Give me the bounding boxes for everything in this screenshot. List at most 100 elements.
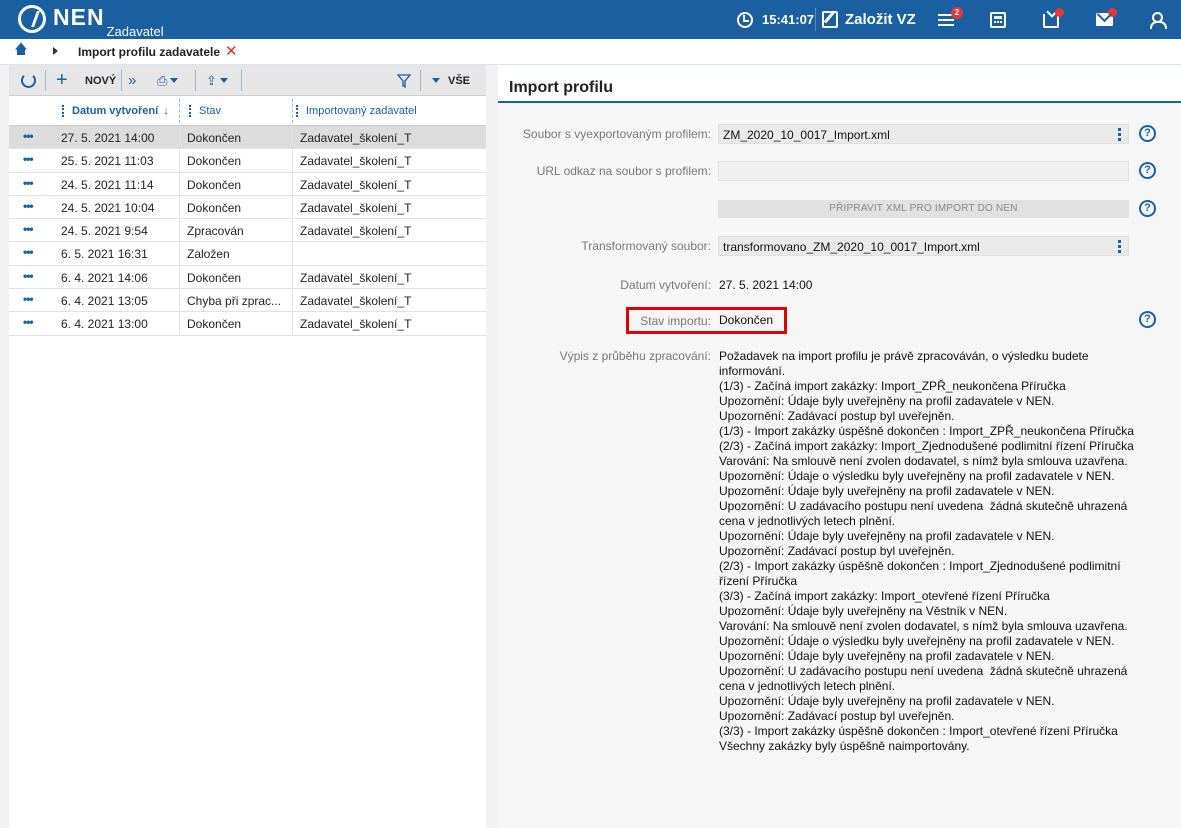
chevron-down-icon <box>432 78 440 83</box>
prepare-xml-button[interactable]: PŘIPRAVIT XML PRO IMPORT DO NEN <box>718 200 1129 218</box>
cell-importer: Zadavatel_školení_T <box>300 154 412 169</box>
file-field[interactable]: ZM_2020_10_0017_Import.xml <box>718 124 1129 144</box>
cell-state: Chyba při zprac... <box>187 294 282 309</box>
column-header-importer[interactable]: Importovaný zadavatel <box>296 96 417 126</box>
log-line: Upozornění: Údaje byly uveřejněny na pro… <box>719 394 1055 408</box>
plus-icon[interactable]: + <box>56 65 68 96</box>
status-label: Stav importu: <box>640 314 711 328</box>
toolbar-divider <box>121 70 122 91</box>
cell-state: Dokončen <box>187 154 242 169</box>
help-icon[interactable]: ? <box>1139 162 1156 179</box>
table-row[interactable]: ••• 6. 5. 2021 16:31 Založen <box>9 242 486 266</box>
refresh-icon <box>21 73 36 88</box>
edit-icon <box>822 11 838 28</box>
row-actions-icon[interactable]: ••• <box>23 315 34 329</box>
cell-state: Dokončen <box>187 200 242 215</box>
help-icon[interactable]: ? <box>1139 125 1156 142</box>
column-divider[interactable] <box>179 99 180 123</box>
row-actions-icon[interactable]: ••• <box>23 222 34 236</box>
user-icon[interactable] <box>1150 12 1167 29</box>
cell-importer: Zadavatel_školení_T <box>300 224 412 239</box>
column-menu-icon[interactable] <box>189 105 191 117</box>
sort-down-icon: ↓ <box>163 105 169 117</box>
column-header-label: Datum vytvoření <box>72 105 159 117</box>
column-divider[interactable] <box>292 99 293 123</box>
view-all-button[interactable]: VŠE <box>432 65 470 96</box>
inbox-icon[interactable] <box>1043 8 1064 28</box>
log-line: Upozornění: Údaje byly uveřejněny na pro… <box>719 694 1055 708</box>
file-value: ZM_2020_10_0017_Import.xml <box>723 128 890 142</box>
toolbar-divider <box>241 70 242 91</box>
menu-button[interactable]: 2 <box>938 0 963 39</box>
notification-badge: 2 <box>951 7 963 19</box>
breadcrumb-arrow-icon <box>53 47 58 55</box>
clock-icon <box>737 11 753 28</box>
view-all-label: VŠE <box>448 74 471 87</box>
help-icon[interactable]: ? <box>1139 311 1156 328</box>
column-header-label: Importovaný zadavatel <box>306 105 417 117</box>
column-menu-icon[interactable] <box>296 105 298 117</box>
log-line: (2/3) - Začíná import zakázky: Import_Zj… <box>719 439 1134 453</box>
kebab-menu-icon[interactable] <box>1118 240 1121 253</box>
column-header-label: Stav <box>199 105 222 117</box>
table-row[interactable]: ••• 6. 4. 2021 13:05 Chyba při zprac... Zad… <box>9 289 486 313</box>
new-contract-button[interactable]: Založit VZ <box>822 0 916 39</box>
cell-date: 24. 5. 2021 11:14 <box>61 177 154 192</box>
row-actions-icon[interactable]: ••• <box>23 129 34 143</box>
cell-date: 27. 5. 2021 14:00 <box>61 131 155 145</box>
cell-importer: Zadavatel_školení_T <box>300 177 412 192</box>
cell-state: Dokončen <box>187 270 242 285</box>
table-row[interactable]: ••• 27. 5. 2021 14:00 Dokončen Zadavatel_šk… <box>9 126 486 150</box>
breadcrumb: Import profilu zadavatele ✕ <box>0 39 1181 65</box>
url-label: URL odkaz na soubor s profilem: <box>536 164 711 178</box>
tab-import-profile[interactable]: Import profilu zadavatele <box>78 45 220 59</box>
row-actions-icon[interactable]: ••• <box>23 199 34 213</box>
export-button[interactable]: ⇪ <box>206 65 228 96</box>
filter-button[interactable] <box>397 65 411 96</box>
cell-importer: Zadavatel_školení_T <box>300 131 412 145</box>
cell-importer: Zadavatel_školení_T <box>300 294 412 309</box>
calculator-icon[interactable] <box>990 12 1006 28</box>
close-tab-icon[interactable]: ✕ <box>225 42 238 60</box>
row-actions-icon[interactable]: ••• <box>23 292 34 306</box>
chevron-down-icon <box>219 78 228 83</box>
column-menu-icon[interactable] <box>62 105 64 117</box>
column-header-date[interactable]: Datum vytvoření ↓ <box>62 96 169 126</box>
table-row[interactable]: ••• 24. 5. 2021 10:04 Dokončen Zadavatel_šk… <box>9 195 486 220</box>
row-actions-icon[interactable]: ••• <box>23 152 34 166</box>
mail-icon[interactable] <box>1096 8 1117 26</box>
table-row[interactable]: ••• 6. 4. 2021 13:00 Dokončen Zadavatel_ško… <box>9 312 486 336</box>
transformed-label: Transformovaný soubor: <box>581 239 711 253</box>
double-chevron-icon[interactable]: » <box>128 65 136 96</box>
log-line: Upozornění: Údaje o výsledku byly uveřej… <box>719 469 1115 483</box>
nen-logo[interactable]: NEN Zadavatel <box>18 5 164 38</box>
log-line: Požadavek na import profilu je právě zpr… <box>719 349 1092 378</box>
print-button[interactable]: ⎙ <box>157 65 179 96</box>
table-row[interactable]: ••• 24. 5. 2021 9:54 Zpracován Zadavatel_šk… <box>9 219 486 243</box>
log-line: Upozornění: Údaje o výsledku byly uveřej… <box>719 634 1115 648</box>
kebab-menu-icon[interactable] <box>1118 128 1121 141</box>
row-actions-icon[interactable]: ••• <box>23 176 34 190</box>
cell-importer: Zadavatel_školení_T <box>300 317 412 332</box>
new-button[interactable]: NOVÝ <box>85 65 116 96</box>
log-line: Varování: Na smlouvě není zvolen dodavat… <box>719 454 1128 468</box>
transformed-field[interactable]: transformovano_ZM_2020_10_0017_Import.xm… <box>718 236 1129 256</box>
row-actions-icon[interactable]: ••• <box>23 245 34 259</box>
log-line: Upozornění: Údaje byly uveřejněny na pro… <box>719 649 1055 663</box>
column-header-state[interactable]: Stav <box>189 96 221 126</box>
mail-alert-dot <box>1108 8 1117 17</box>
log-line: Upozornění: Zadávací postup byl uveřejně… <box>719 409 955 423</box>
refresh-button[interactable] <box>21 65 37 96</box>
toolbar-divider <box>420 70 421 91</box>
cell-state: Dokončen <box>187 317 242 332</box>
table-row[interactable]: ••• 25. 5. 2021 11:03 Dokončen Zadavatel_šk… <box>9 149 486 173</box>
url-input[interactable] <box>718 161 1129 181</box>
cell-state: Dokončen <box>187 131 242 145</box>
cell-date: 25. 5. 2021 11:03 <box>61 154 154 169</box>
table-row[interactable]: ••• 24. 5. 2021 11:14 Dokončen Zadavatel_šk… <box>9 172 486 196</box>
table-row[interactable]: ••• 6. 4. 2021 14:06 Dokončen Zadavatel_ško… <box>9 265 486 290</box>
help-icon[interactable]: ? <box>1139 200 1156 217</box>
row-actions-icon[interactable]: ••• <box>23 269 34 283</box>
home-icon[interactable] <box>15 47 27 57</box>
cell-date: 24. 5. 2021 10:04 <box>61 200 155 215</box>
